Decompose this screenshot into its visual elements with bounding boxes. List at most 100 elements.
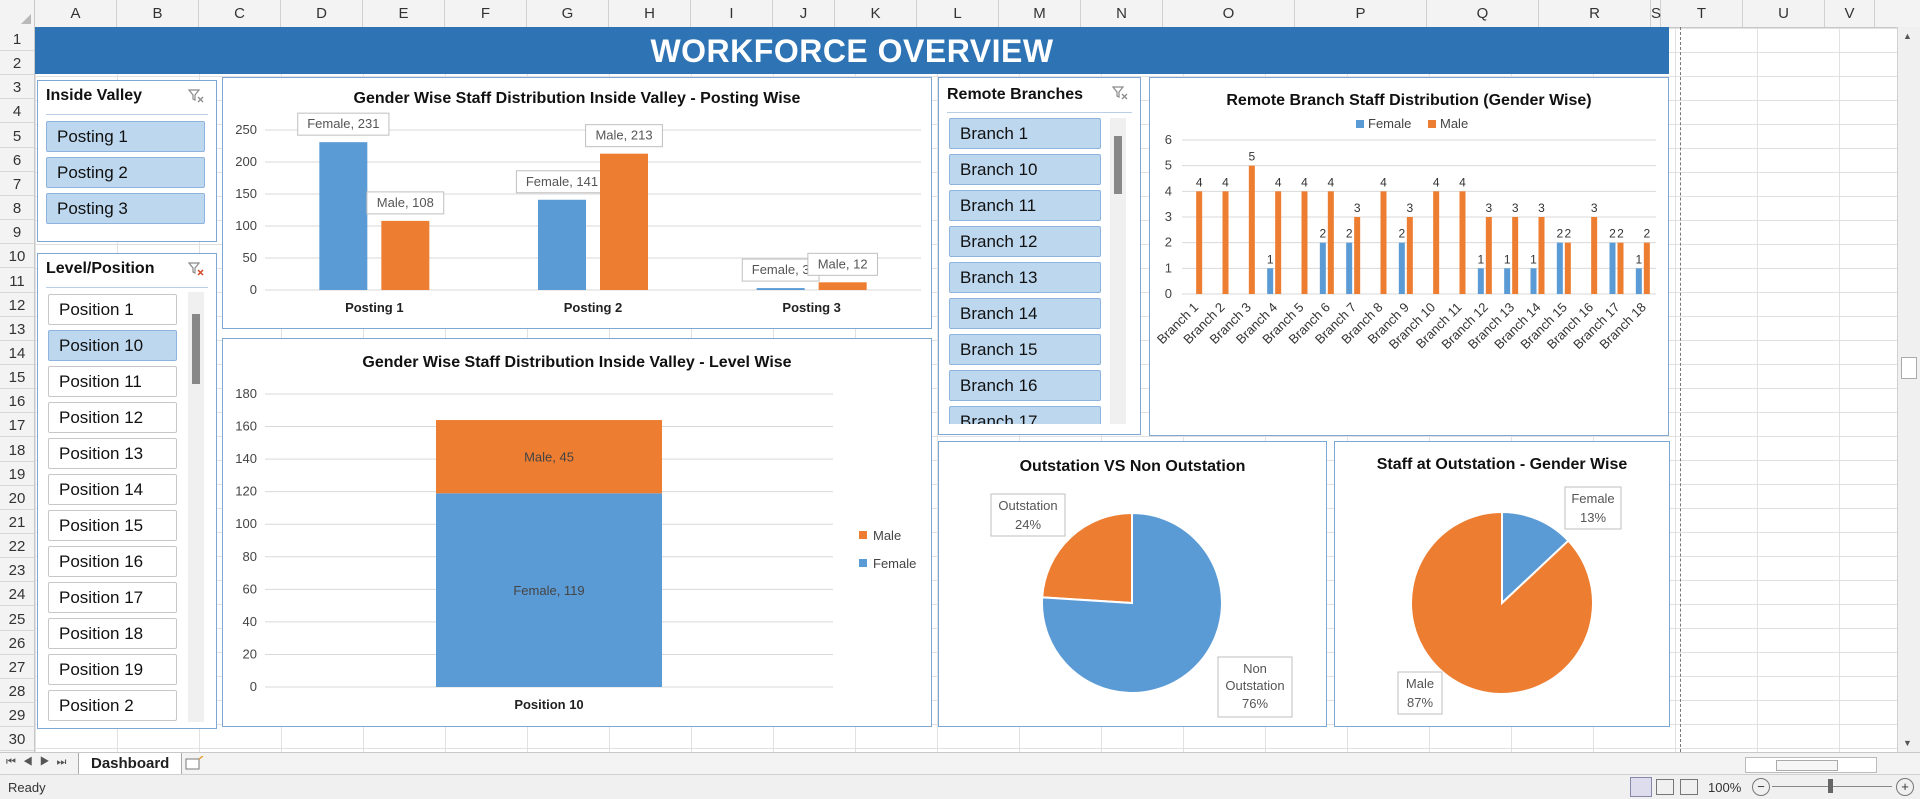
column-header-r[interactable]: R (1539, 0, 1651, 27)
slicer-item[interactable]: Position 1 (48, 294, 177, 325)
column-header-d[interactable]: D (281, 0, 363, 27)
row-header-7[interactable]: 7 (0, 172, 34, 196)
column-header-a[interactable]: A (35, 0, 117, 27)
horizontal-scrollbar[interactable] (1745, 757, 1877, 773)
slicer-item[interactable]: Position 16 (48, 546, 177, 577)
insert-sheet-icon[interactable] (185, 755, 204, 770)
select-all-corner[interactable] (0, 0, 35, 27)
scroll-down-arrow-icon[interactable]: ▼ (1903, 738, 1912, 748)
column-header-g[interactable]: G (527, 0, 609, 27)
row-header-13[interactable]: 13 (0, 317, 34, 341)
row-header-26[interactable]: 26 (0, 631, 34, 655)
clear-filter-icon[interactable] (1111, 86, 1128, 100)
slicer-item[interactable]: Posting 2 (46, 157, 205, 188)
row-header-17[interactable]: 17 (0, 413, 34, 438)
row-header-18[interactable]: 18 (0, 438, 34, 462)
slicer-item[interactable]: Branch 13 (949, 262, 1101, 293)
column-header-c[interactable]: C (199, 0, 281, 27)
zoom-in-icon[interactable]: + (1896, 778, 1914, 796)
row-header-15[interactable]: 15 (0, 365, 34, 390)
column-header-o[interactable]: O (1163, 0, 1295, 27)
slicer-item[interactable]: Position 19 (48, 654, 177, 685)
row-header-21[interactable]: 21 (0, 510, 34, 534)
horizontal-scroll-thumb[interactable] (1776, 760, 1838, 771)
row-header-9[interactable]: 9 (0, 220, 34, 245)
clear-filter-icon[interactable] (187, 89, 204, 103)
column-header-m[interactable]: M (999, 0, 1081, 27)
column-header-h[interactable]: H (609, 0, 691, 27)
page-break-view-icon[interactable] (1680, 779, 1698, 795)
row-header-20[interactable]: 20 (0, 486, 34, 510)
row-header-4[interactable]: 4 (0, 99, 34, 124)
chart-remote-branch[interactable]: Remote Branch Staff Distribution (Gender… (1149, 77, 1669, 436)
slicer-scroll-thumb[interactable] (192, 314, 200, 384)
slicer-scrollbar[interactable] (188, 292, 204, 722)
slicer-scroll-thumb[interactable] (1114, 136, 1122, 194)
column-header-u[interactable]: U (1743, 0, 1825, 27)
chart-outstation-vs-non[interactable]: Outstation VS Non Outstation Outstation 2… (938, 441, 1327, 727)
slicer-item[interactable]: Position 18 (48, 618, 177, 649)
column-header-v[interactable]: V (1825, 0, 1875, 27)
slicer-item[interactable]: Branch 15 (949, 334, 1101, 365)
slicer-scrollbar[interactable] (1110, 118, 1126, 424)
row-header-30[interactable]: 30 (0, 727, 34, 752)
slicer-item[interactable]: Branch 1 (949, 118, 1101, 149)
column-header-k[interactable]: K (835, 0, 917, 27)
vertical-scrollbar[interactable]: ▲ ▼ (1897, 27, 1920, 752)
slicer-item[interactable]: Position 11 (48, 366, 177, 397)
column-header-t[interactable]: T (1661, 0, 1743, 27)
column-header-j[interactable]: J (773, 0, 835, 27)
row-header-24[interactable]: 24 (0, 582, 34, 607)
slicer-item[interactable]: Position 2 (48, 690, 177, 721)
row-header-28[interactable]: 28 (0, 679, 34, 704)
row-header-5[interactable]: 5 (0, 124, 34, 148)
slicer-item[interactable]: Position 13 (48, 438, 177, 469)
zoom-slider-handle[interactable] (1828, 779, 1833, 793)
slicer-inside-valley[interactable]: Inside Valley Posting 1 Posting 2 Posting … (37, 80, 217, 242)
slicer-item[interactable]: Position 10 (48, 330, 177, 361)
scroll-up-arrow-icon[interactable]: ▲ (1903, 31, 1912, 41)
slicer-item[interactable]: Branch 10 (949, 154, 1101, 185)
slicer-item[interactable]: Position 15 (48, 510, 177, 541)
slicer-item[interactable]: Position 12 (48, 402, 177, 433)
column-header-p[interactable]: P (1295, 0, 1427, 27)
slicer-item[interactable]: Branch 17 (949, 406, 1101, 424)
row-header-22[interactable]: 22 (0, 534, 34, 559)
row-header-10[interactable]: 10 (0, 244, 34, 269)
row-header-8[interactable]: 8 (0, 196, 34, 221)
row-header-19[interactable]: 19 (0, 462, 34, 486)
slicer-item[interactable]: Posting 1 (46, 121, 205, 152)
slicer-item[interactable]: Posting 3 (46, 193, 205, 224)
chart-level-wise[interactable]: Gender Wise Staff Distribution Inside Va… (222, 338, 932, 727)
slicer-item[interactable]: Branch 12 (949, 226, 1101, 257)
row-header-3[interactable]: 3 (0, 75, 34, 100)
sheet-nav-arrows-icon[interactable]: ⏮◀▶⏭ (6, 756, 73, 769)
row-header-14[interactable]: 14 (0, 341, 34, 365)
row-header-2[interactable]: 2 (0, 51, 34, 76)
column-header-n[interactable]: N (1081, 0, 1163, 27)
slicer-item[interactable]: Branch 16 (949, 370, 1101, 401)
scroll-thumb[interactable] (1901, 357, 1917, 379)
row-header-23[interactable]: 23 (0, 558, 34, 583)
row-header-6[interactable]: 6 (0, 148, 34, 172)
slicer-item[interactable]: Branch 11 (949, 190, 1101, 221)
slicer-item[interactable]: Branch 14 (949, 298, 1101, 329)
row-header-11[interactable]: 11 (0, 269, 34, 293)
column-header-e[interactable]: E (363, 0, 445, 27)
zoom-out-icon[interactable]: − (1752, 778, 1770, 796)
row-header-29[interactable]: 29 (0, 703, 34, 728)
sheet-tab-dashboard[interactable]: Dashboard (78, 753, 183, 775)
chart-outstation-gender[interactable]: Staff at Outstation - Gender Wise Female… (1334, 441, 1670, 727)
slicer-item[interactable]: Position 14 (48, 474, 177, 505)
row-header-27[interactable]: 27 (0, 655, 34, 679)
row-header-1[interactable]: 1 (0, 27, 34, 51)
column-header-q[interactable]: Q (1427, 0, 1539, 27)
chart-posting-wise[interactable]: Gender Wise Staff Distribution Inside Va… (222, 77, 932, 329)
column-header-s[interactable]: S (1651, 0, 1661, 27)
row-header-12[interactable]: 12 (0, 293, 34, 317)
normal-view-icon[interactable] (1630, 777, 1652, 797)
slicer-level-position[interactable]: Level/Position Position 1 Position 10 Posi… (37, 253, 217, 729)
slicer-remote-branches[interactable]: Remote Branches Branch 1 Branch 10 Branch … (938, 77, 1141, 435)
row-header-25[interactable]: 25 (0, 607, 34, 631)
column-header-l[interactable]: L (917, 0, 999, 27)
